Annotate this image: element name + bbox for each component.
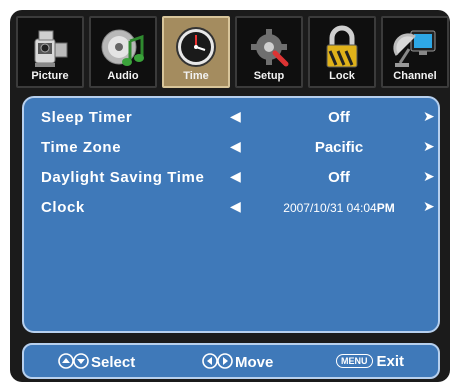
tab-label: Picture [31,70,69,82]
setting-row-time-zone[interactable]: Time Zone ◀ Pacific ➤ [24,136,442,162]
setting-value: 2007/10/31 04:04PM [254,201,424,215]
setup-gear-icon [245,25,293,76]
tab-channel[interactable]: Channel [381,16,449,88]
setting-value: Off [328,169,350,186]
tab-label: Lock [329,70,355,82]
arrow-left-icon[interactable]: ◀ [230,108,241,125]
satellite-dish-icon [391,25,439,76]
audio-disc-icon [99,25,147,76]
setting-row-clock[interactable]: Clock ◀ 2007/10/31 04:04PM ➤ [24,196,442,222]
select-label: Select [91,354,136,371]
tv-osd-menu: Picture Audio Time Setup Lock Channel Sl… [0,0,458,385]
tab-label: Channel [393,70,437,82]
category-tabs: Picture Audio Time Setup Lock Channel [16,16,449,90]
tab-setup[interactable]: Setup [235,16,303,88]
left-right-icon [202,353,233,369]
move-hint: Move [202,353,273,371]
tab-label: Setup [253,70,285,82]
arrow-right-icon[interactable]: ➤ [423,108,435,125]
tab-label: Time [183,70,209,82]
tab-picture[interactable]: Picture [16,16,84,88]
camcorder-icon [26,25,74,76]
setting-row-sleep-timer[interactable]: Sleep Timer ◀ Off ➤ [24,106,442,132]
clock-icon [172,25,220,76]
arrow-right-icon[interactable]: ➤ [423,138,435,155]
arrow-right-icon[interactable]: ➤ [423,198,435,215]
footer-hints: Select Move MENU Exit [22,343,440,379]
up-down-icon [58,353,89,369]
tab-label: Audio [107,70,139,82]
setting-name: Time Zone [41,139,122,156]
select-hint: Select [58,353,135,371]
tab-lock[interactable]: Lock [308,16,376,88]
setting-row-daylight-saving[interactable]: Daylight Saving Time ◀ Off ➤ [24,166,442,192]
arrow-left-icon[interactable]: ◀ [230,168,241,185]
arrow-left-icon[interactable]: ◀ [230,138,241,155]
setting-value: Off [328,109,350,126]
setting-name: Clock [41,199,85,216]
lock-icon [318,25,366,76]
exit-label: Exit [376,353,405,370]
clock-datetime: 2007/10/31 04:04 [283,201,377,215]
tab-time[interactable]: Time [162,16,230,88]
setting-name: Daylight Saving Time [41,169,205,186]
arrow-right-icon[interactable]: ➤ [423,168,435,185]
clock-ampm: PM [376,201,395,215]
exit-hint: MENU Exit [336,353,404,370]
tab-audio[interactable]: Audio [89,16,157,88]
setting-name: Sleep Timer [41,109,133,126]
menu-key-icon: MENU [336,354,373,368]
settings-panel: Sleep Timer ◀ Off ➤ Time Zone ◀ Pacific … [22,96,440,333]
move-label: Move [235,354,274,371]
arrow-left-icon[interactable]: ◀ [230,198,241,215]
setting-value: Pacific [314,139,364,156]
